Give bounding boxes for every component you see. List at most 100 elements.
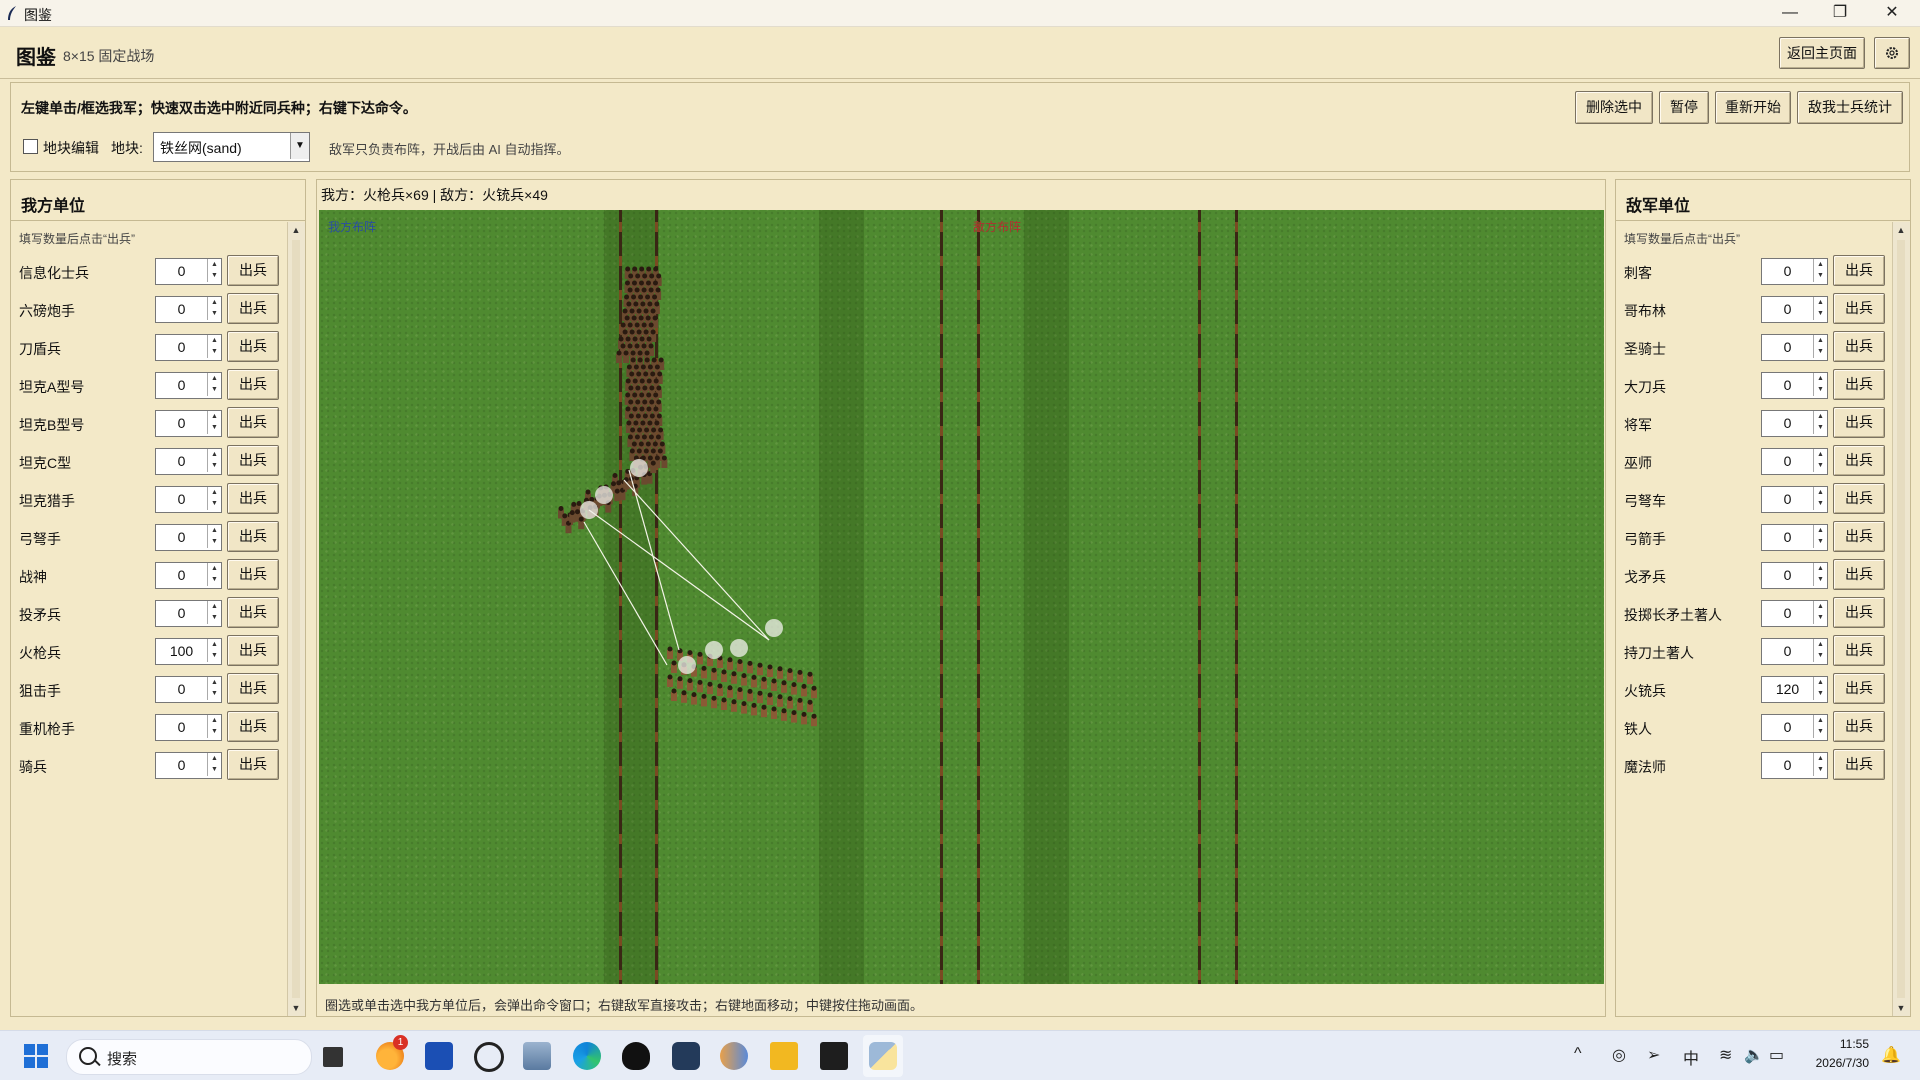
spin-arrows-icon[interactable]: ▲ ▼ (1813, 373, 1827, 396)
enemy-arquebusier[interactable] (811, 713, 817, 727)
deploy-button[interactable]: 出兵 (227, 711, 279, 742)
spin-arrows-icon[interactable]: ▲ ▼ (1813, 639, 1827, 662)
maximize-button[interactable]: ❐ (1816, 0, 1864, 26)
enemy-arquebusier[interactable] (801, 683, 807, 697)
unit-count-spinbox[interactable]: 0 ▲ ▼ (1761, 258, 1828, 285)
unit-count-spinbox[interactable]: 0 ▲ ▼ (155, 296, 222, 323)
enemy-arquebusier[interactable] (721, 669, 727, 683)
enemy-arquebusier[interactable] (771, 678, 777, 692)
unit-count-spinbox[interactable]: 100 ▲ ▼ (155, 638, 222, 665)
deploy-button[interactable]: 出兵 (1833, 749, 1885, 780)
deploy-button[interactable]: 出兵 (227, 445, 279, 476)
enemy-arquebusier[interactable] (777, 666, 783, 679)
deploy-button[interactable]: 出兵 (227, 255, 279, 286)
spin-arrows-icon[interactable]: ▲ ▼ (207, 449, 221, 472)
enemy-arquebusier[interactable] (727, 657, 733, 670)
enemy-arquebusier[interactable] (727, 685, 733, 698)
enemy-arquebusier[interactable] (737, 659, 743, 672)
enemy-arquebusier[interactable] (711, 667, 717, 681)
unit-count-spinbox[interactable]: 0 ▲ ▼ (155, 676, 222, 703)
delete-selected-button[interactable]: 删除选中 (1575, 91, 1653, 124)
windows-start-icon[interactable] (22, 1042, 50, 1070)
deploy-button[interactable]: 出兵 (227, 673, 279, 704)
friendly-list-scrollbar[interactable]: ▲ ▼ (287, 222, 305, 1016)
battery-icon[interactable]: ▭ (1769, 1045, 1784, 1065)
enemy-arquebusier[interactable] (671, 688, 677, 702)
enemy-arquebusier[interactable] (761, 704, 767, 718)
deploy-button[interactable]: 出兵 (227, 331, 279, 362)
enemy-arquebusier[interactable] (731, 671, 737, 684)
enemy-arquebusier[interactable] (721, 697, 727, 711)
scroll-up-icon[interactable]: ▲ (288, 222, 304, 238)
enemy-arquebusier[interactable] (667, 646, 673, 660)
spin-arrows-icon[interactable]: ▲ ▼ (1813, 259, 1827, 282)
enemy-arquebusier[interactable] (751, 674, 757, 688)
unit-count-spinbox[interactable]: 0 ▲ ▼ (1761, 524, 1828, 551)
enemy-arquebusier[interactable] (697, 651, 703, 665)
deploy-button[interactable]: 出兵 (227, 597, 279, 628)
unit-count-spinbox[interactable]: 0 ▲ ▼ (1761, 410, 1828, 437)
clock-date[interactable]: 2026/7/30 (1816, 1056, 1869, 1070)
cat-icon[interactable] (672, 1042, 700, 1070)
deploy-button[interactable]: 出兵 (227, 521, 279, 552)
deploy-button[interactable]: 出兵 (1833, 711, 1885, 742)
enemy-arquebusier[interactable] (667, 674, 673, 688)
spin-arrows-icon[interactable]: ▲ ▼ (207, 715, 221, 738)
unit-count-spinbox[interactable]: 0 ▲ ▼ (155, 714, 222, 741)
enemy-arquebusier[interactable] (787, 668, 793, 681)
enemy-arquebusier[interactable] (747, 688, 753, 702)
unit-count-spinbox[interactable]: 120 ▲ ▼ (1761, 676, 1828, 703)
spin-arrows-icon[interactable]: ▲ ▼ (207, 259, 221, 282)
edge-icon[interactable] (573, 1042, 601, 1070)
close-button[interactable]: ✕ (1868, 0, 1916, 26)
enemy-arquebusier[interactable] (741, 701, 747, 714)
enemy-arquebusier[interactable] (677, 676, 683, 689)
people-icon[interactable] (720, 1042, 748, 1070)
tray-send-icon[interactable]: ➢ (1647, 1045, 1660, 1065)
unit-count-spinbox[interactable]: 0 ▲ ▼ (155, 372, 222, 399)
deploy-button[interactable]: 出兵 (1833, 673, 1885, 704)
spin-arrows-icon[interactable]: ▲ ▼ (207, 601, 221, 624)
friendly-musketeer[interactable] (569, 510, 576, 523)
enemy-arquebusier[interactable] (787, 696, 793, 709)
enemy-arquebusier[interactable] (781, 680, 787, 693)
enemy-arquebusier[interactable] (761, 676, 767, 690)
deploy-button[interactable]: 出兵 (1833, 483, 1885, 514)
spin-arrows-icon[interactable]: ▲ ▼ (1813, 601, 1827, 624)
deploy-button[interactable]: 出兵 (1833, 407, 1885, 438)
enemy-arquebusier[interactable] (747, 660, 753, 674)
scroll-thumb[interactable] (1897, 240, 1905, 998)
enemy-arquebusier[interactable] (697, 679, 703, 693)
unit-count-spinbox[interactable]: 0 ▲ ▼ (1761, 296, 1828, 323)
unit-count-spinbox[interactable]: 0 ▲ ▼ (155, 334, 222, 361)
enemy-arquebusier[interactable] (737, 687, 743, 700)
deploy-button[interactable]: 出兵 (1833, 559, 1885, 590)
spin-arrows-icon[interactable]: ▲ ▼ (207, 335, 221, 358)
unit-count-spinbox[interactable]: 0 ▲ ▼ (1761, 638, 1828, 665)
enemy-arquebusier[interactable] (757, 690, 763, 704)
tile-edit-checkbox[interactable] (23, 139, 38, 154)
restart-button[interactable]: 重新开始 (1715, 91, 1791, 124)
qq-icon[interactable] (622, 1042, 650, 1070)
unit-count-spinbox[interactable]: 0 ▲ ▼ (1761, 600, 1828, 627)
unit-count-spinbox[interactable]: 0 ▲ ▼ (1761, 486, 1828, 513)
enemy-arquebusier[interactable] (771, 706, 777, 720)
enemy-arquebusier[interactable] (797, 697, 803, 711)
enemy-arquebusier[interactable] (701, 665, 707, 679)
unit-count-spinbox[interactable]: 0 ▲ ▼ (155, 258, 222, 285)
unit-count-spinbox[interactable]: 0 ▲ ▼ (1761, 714, 1828, 741)
friendly-musketeer[interactable] (650, 460, 657, 474)
deploy-button[interactable]: 出兵 (1833, 597, 1885, 628)
home-button[interactable]: 返回主页面 (1779, 37, 1865, 69)
clock-time[interactable]: 11:55 (1840, 1037, 1869, 1051)
ime-indicator[interactable]: 中 (1683, 1045, 1699, 1069)
enemy-arquebusier[interactable] (711, 695, 717, 709)
enemy-arquebusier[interactable] (731, 699, 737, 712)
minimize-button[interactable]: — (1766, 0, 1814, 26)
deploy-button[interactable]: 出兵 (1833, 293, 1885, 324)
deploy-button[interactable]: 出兵 (1833, 521, 1885, 552)
spin-arrows-icon[interactable]: ▲ ▼ (207, 411, 221, 434)
enemy-arquebusier[interactable] (741, 673, 747, 686)
unit-count-spinbox[interactable]: 0 ▲ ▼ (155, 562, 222, 589)
enemy-arquebusier[interactable] (807, 699, 813, 713)
